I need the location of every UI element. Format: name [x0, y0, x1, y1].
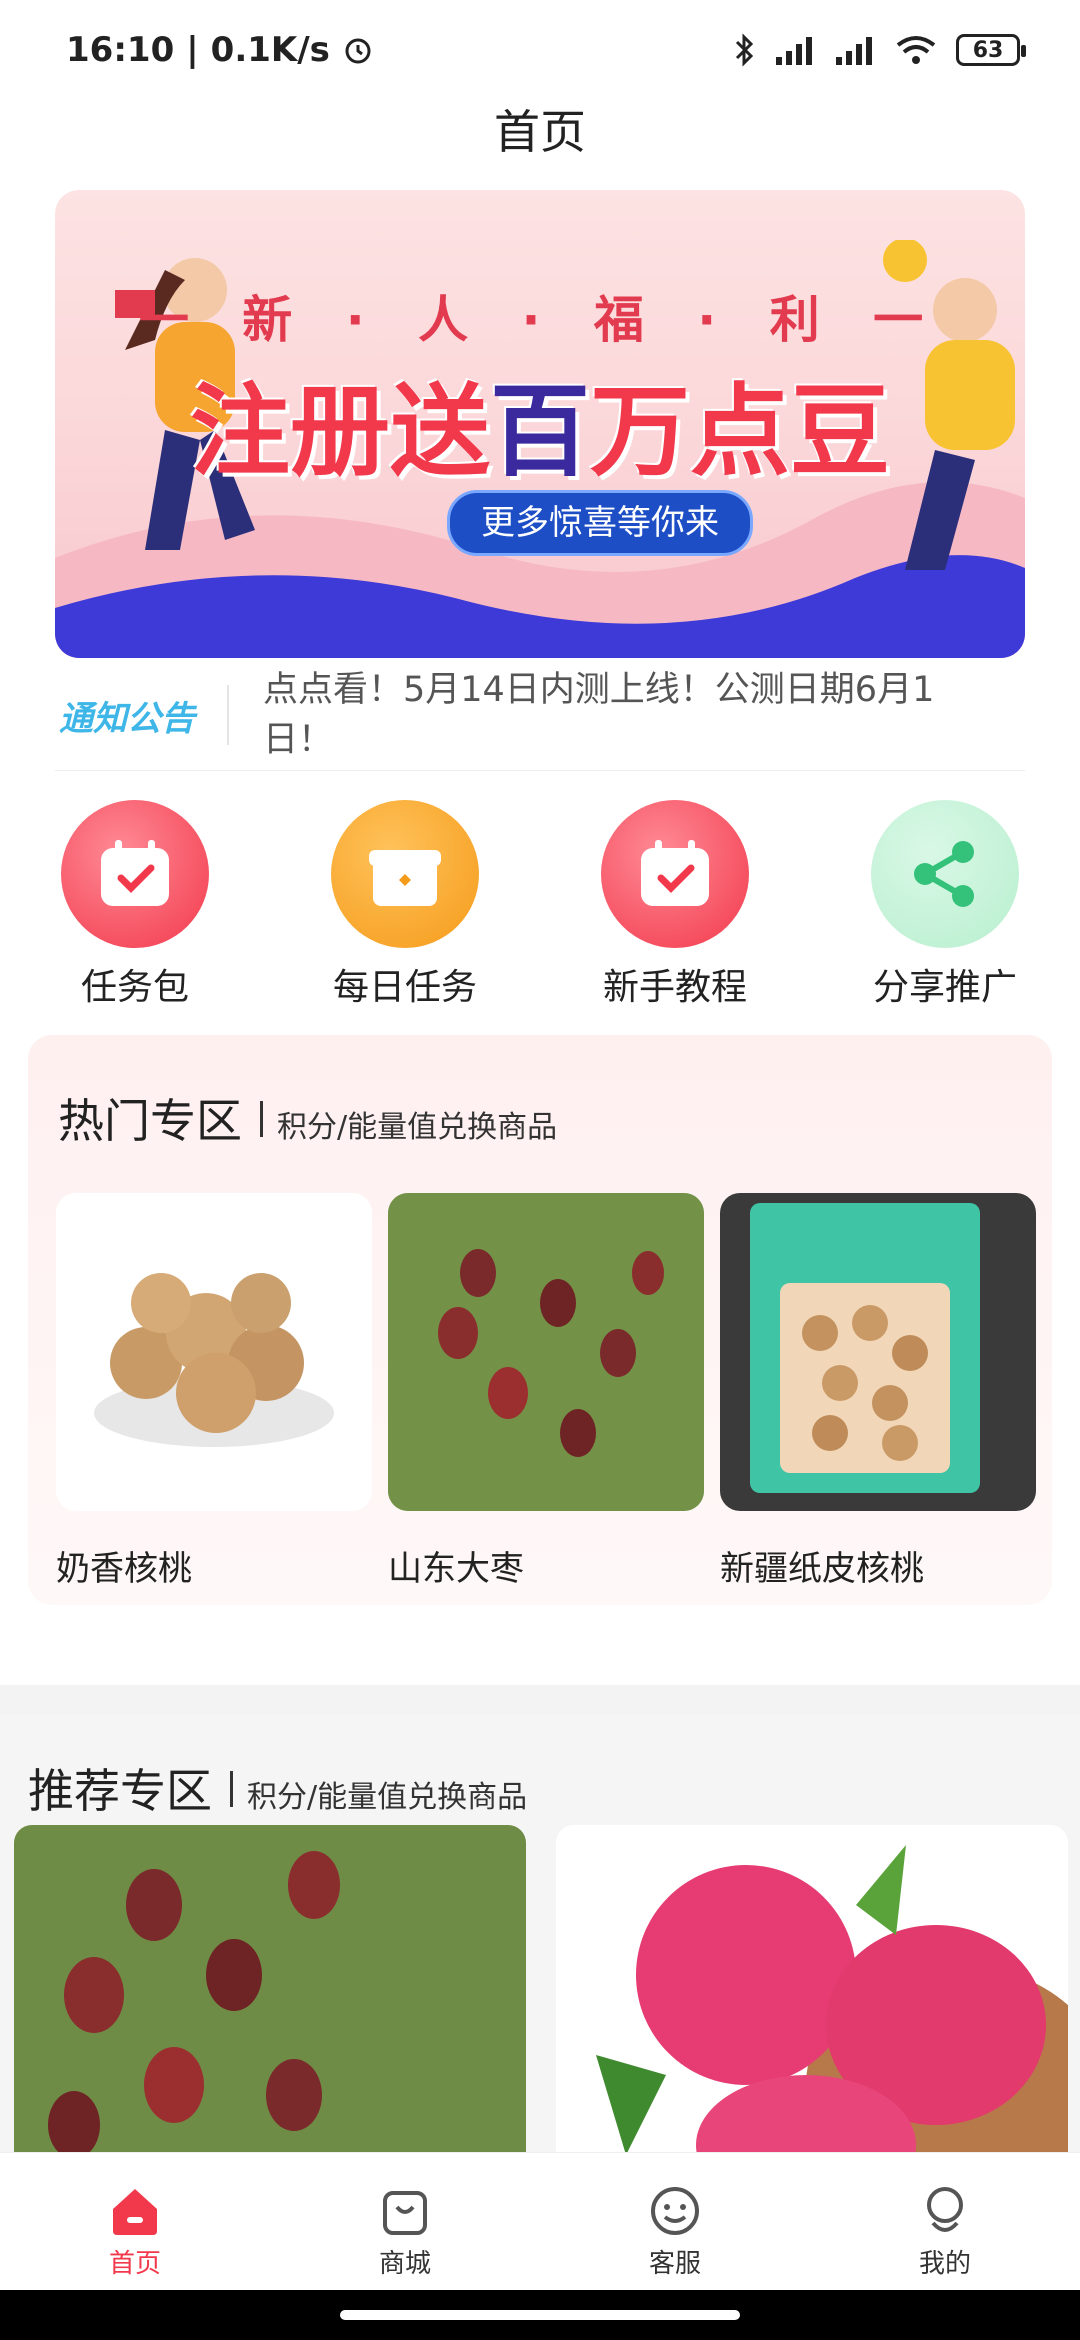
home-indicator-bar[interactable] [340, 2310, 740, 2320]
alarm-icon [345, 38, 371, 64]
share-icon [871, 800, 1019, 948]
shortcut-label: 分享推广 [872, 967, 1017, 1008]
notice-logo: 通知公告 [59, 698, 195, 739]
product-card[interactable]: 新疆纸皮核桃 [720, 1193, 1036, 1590]
status-bar: 16:10 | 0.1K/s 63 [0, 0, 1080, 100]
product-name: 奶香核桃 [56, 1549, 192, 1589]
recommend-section-title: 推荐专区 [28, 1764, 212, 1818]
hot-product-grid: 奶香核桃 山东大枣 新疆纸皮核桃 [56, 1193, 1036, 1590]
product-image-jujube [388, 1193, 704, 1511]
person-icon [927, 2187, 963, 2232]
tab-label: 首页 [108, 2249, 161, 2279]
shortcut-label: 新手教程 [602, 967, 747, 1008]
tab-profile[interactable]: 我的 [845, 2153, 1045, 2280]
notice-text: 点点看！5月14日内测上线！公测日期6月1日！ [263, 670, 935, 760]
battery-level: 63 [972, 37, 1004, 63]
recommend-product-jujube[interactable] [14, 1825, 526, 2165]
smiley-icon [651, 2187, 699, 2235]
shopping-bag-icon [383, 2191, 427, 2235]
section-spacer [0, 1685, 1080, 1715]
product-image-walnuts [56, 1193, 372, 1511]
signal-icon-2 [836, 37, 872, 65]
product-card[interactable]: 奶香核桃 [56, 1193, 372, 1590]
wifi-icon [896, 36, 936, 64]
recommend-product-dragon-fruit[interactable] [556, 1825, 1068, 2165]
headline-part2: 万点豆 [590, 373, 890, 490]
shortcut-share[interactable]: 分享推广 [835, 800, 1055, 1010]
product-name: 新疆纸皮核桃 [720, 1549, 924, 1589]
tab-label: 客服 [648, 2249, 701, 2279]
hot-section: 热门专区 积分/能量值兑换商品 奶香核桃 山东大枣 新疆纸皮核桃 [28, 1035, 1052, 1605]
bottom-tab-bar: 首页 商城 客服 我的 [0, 2152, 1080, 2301]
recommend-section-subtitle: 积分/能量值兑换商品 [247, 1780, 528, 1815]
home-icon [113, 2189, 157, 2235]
tab-label: 商城 [378, 2249, 431, 2279]
banner-subtitle: 一 新 · 人 · 福 · 利 一 [138, 291, 942, 349]
signal-icon [776, 37, 812, 65]
shortcut-label: 每日任务 [332, 967, 477, 1008]
gift-box-icon [331, 800, 479, 948]
shortcut-label: 任务包 [80, 967, 189, 1008]
recommend-product-grid [14, 1825, 1068, 2165]
calendar-check-icon [601, 800, 749, 948]
home-indicator [0, 2290, 1080, 2340]
notice-divider [227, 685, 229, 745]
calendar-check-icon [61, 800, 209, 948]
page-title: 首页 [494, 105, 586, 159]
bluetooth-icon [735, 33, 754, 67]
shortcut-daily-task[interactable]: 每日任务 [295, 800, 515, 1010]
status-separator: | [186, 30, 199, 70]
headline-emphasis: 百 [490, 373, 590, 490]
headline-part1: 注册送 [190, 373, 490, 490]
tab-label: 我的 [918, 2249, 971, 2279]
hot-section-header: 热门专区 积分/能量值兑换商品 [58, 1085, 557, 1151]
product-image-packaged-walnuts [720, 1193, 1036, 1511]
status-time: 16:10 [66, 30, 175, 70]
tab-home[interactable]: 首页 [35, 2153, 235, 2280]
product-card[interactable]: 山东大枣 [388, 1193, 704, 1590]
product-name: 山东大枣 [388, 1549, 524, 1589]
battery-indicator: 63 [956, 34, 1026, 66]
hot-section-title: 热门专区 [58, 1094, 242, 1148]
banner-pill-button[interactable]: 更多惊喜等你来 [447, 490, 753, 556]
status-speed: 0.1K/s [210, 30, 330, 70]
notice-bar[interactable]: 通知公告 点点看！5月14日内测上线！公测日期6月1日！ [55, 660, 1025, 771]
shortcut-task-pack[interactable]: 任务包 [25, 800, 245, 1010]
section-separator [230, 1771, 233, 1807]
shortcut-tutorial[interactable]: 新手教程 [565, 800, 785, 1010]
shortcut-row: 任务包 每日任务 新手教程 分享推广 [0, 800, 1080, 1010]
banner-headline: 注册送百万点豆 [55, 350, 1025, 495]
recommend-section: 推荐专区 积分/能量值兑换商品 [0, 1715, 1080, 2165]
section-separator [260, 1101, 263, 1137]
hot-section-subtitle: 积分/能量值兑换商品 [277, 1110, 558, 1145]
tab-service[interactable]: 客服 [575, 2153, 775, 2280]
tab-mall[interactable]: 商城 [305, 2153, 505, 2280]
promo-banner[interactable]: 一 新 · 人 · 福 · 利 一 注册送百万点豆 更多惊喜等你来 [55, 190, 1025, 658]
recommend-section-header: 推荐专区 积分/能量值兑换商品 [28, 1755, 527, 1821]
